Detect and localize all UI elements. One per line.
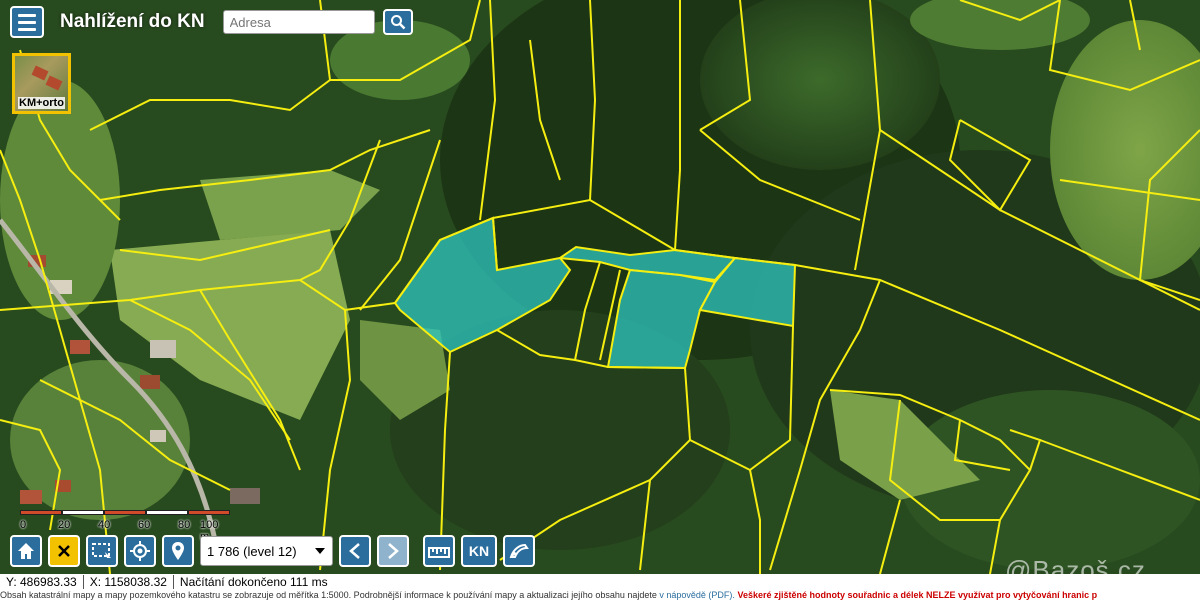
scale-bar: 0 20 40 60 80 100 m [20, 510, 230, 543]
next-view-button[interactable] [377, 535, 409, 567]
y-coordinate: Y: 486983.33 [0, 575, 84, 589]
load-status: Načítání dokončeno 111 ms [179, 575, 328, 589]
previous-view-button[interactable] [339, 535, 371, 567]
select-area-icon [92, 543, 111, 558]
measure-button[interactable] [423, 535, 455, 567]
chevron-down-icon [315, 548, 325, 554]
close-icon [58, 545, 70, 557]
top-bar: Nahlížení do KN [10, 6, 413, 38]
select-area-button[interactable] [86, 535, 118, 567]
cadastral-map[interactable] [0, 0, 1200, 574]
hamburger-menu-button[interactable] [10, 6, 44, 38]
layer-switcher[interactable]: KM+orto [12, 53, 71, 114]
zoom-level-select[interactable]: 1 786 (level 12) [200, 536, 333, 566]
app-title: Nahlížení do KN [60, 11, 205, 32]
x-coordinate: X: 1158038.32 [84, 575, 174, 589]
scale-label: 60 [138, 519, 151, 531]
chevron-left-icon [349, 543, 360, 559]
clear-selection-button[interactable] [48, 535, 80, 567]
gps-locate-icon [130, 541, 150, 561]
status-bar: Y: 486983.33 X: 1158038.32 Načítání doko… [0, 574, 1200, 590]
search-icon [390, 15, 406, 30]
orthophoto-layer [0, 0, 1200, 574]
scale-label: 40 [98, 519, 111, 531]
scale-label: 80 [178, 519, 191, 531]
kn-layer-icon: KN [468, 543, 490, 559]
info-text: Obsah katastrální mapy a mapy pozemkovéh… [0, 590, 657, 600]
scale-label: 0 [20, 519, 27, 531]
address-search-input[interactable] [222, 10, 375, 34]
help-link[interactable]: v nápovědě (PDF). [659, 590, 735, 600]
hamburger-icon [18, 13, 36, 17]
scale-label: 20 [58, 519, 71, 531]
draw-icon [509, 543, 529, 558]
map-pin-button[interactable] [162, 535, 194, 567]
measure-icon [428, 547, 450, 558]
home-button[interactable] [10, 535, 42, 567]
gps-locate-button[interactable] [124, 535, 156, 567]
layer-label: KM+orto [18, 97, 65, 109]
map-pin-icon [172, 542, 184, 560]
chevron-right-icon [388, 543, 399, 559]
search-button[interactable] [382, 9, 413, 35]
info-bar: Obsah katastrální mapy a mapy pozemkovéh… [0, 590, 1200, 600]
warning-text: Veškeré zjištěné hodnoty souřadnic a dél… [737, 590, 1098, 600]
bottom-toolbar: 1 786 (level 12) KN [10, 535, 541, 567]
zoom-level-value: 1 786 (level 12) [207, 543, 297, 559]
home-icon [18, 543, 34, 559]
kn-layer-button[interactable]: KN [461, 535, 497, 567]
draw-button[interactable] [503, 535, 535, 567]
